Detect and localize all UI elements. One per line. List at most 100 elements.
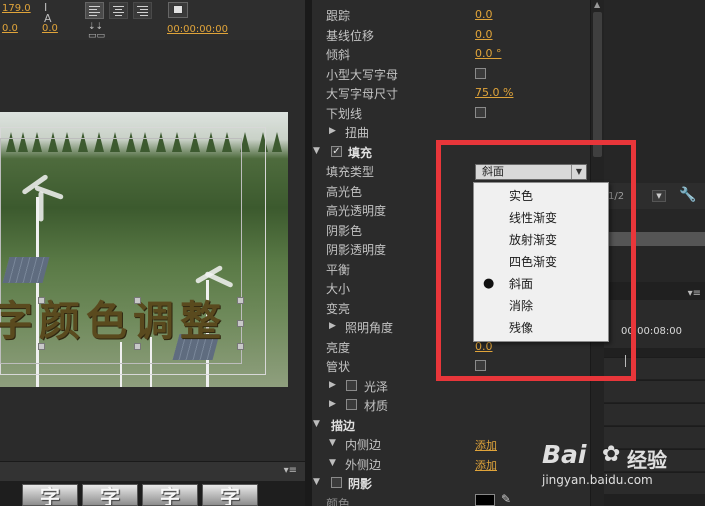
red-highlight-annotation: [436, 140, 636, 381]
text-toolbar: 179.0 IA 0.0 0.0 ⇣⇣ ▭▭ 00:00:00:00: [0, 0, 305, 41]
property-label: 亮度: [326, 341, 351, 355]
resize-handle[interactable]: [134, 297, 141, 304]
resize-handle[interactable]: [237, 297, 244, 304]
property-label: 光泽: [364, 380, 389, 394]
property-label: 小型大写字母: [326, 68, 399, 82]
property-label: 下划线: [326, 107, 363, 121]
property-row-slant: 倾斜 0.0 °: [312, 44, 590, 63]
section-label: 阴影: [348, 477, 373, 491]
property-label: 照明角度: [345, 321, 394, 335]
property-label: 变亮: [326, 302, 351, 316]
section-strokes[interactable]: ▼ 描边: [312, 415, 590, 434]
collapse-triangle-icon[interactable]: ▼: [329, 458, 336, 468]
watermark-logo-cn: 经验: [627, 448, 667, 472]
panel-menu-icon[interactable]: ▾≡: [284, 465, 297, 476]
style-swatch[interactable]: 字: [142, 484, 198, 506]
texture-checkbox[interactable]: [346, 399, 357, 410]
panel-divider[interactable]: [305, 0, 312, 506]
property-label: 大小: [326, 282, 351, 296]
property-label: 基线位移: [326, 29, 375, 43]
resize-handle[interactable]: [134, 343, 141, 350]
video-preview-area: [0, 40, 305, 460]
title-styles-strip: 字 字 字 字: [0, 481, 305, 506]
property-label: 高光透明度: [326, 204, 387, 218]
property-value[interactable]: 75.0 %: [475, 86, 513, 99]
property-value[interactable]: 0.0: [475, 8, 493, 21]
property-label: 材质: [364, 399, 389, 413]
property-label: 外侧边: [345, 458, 382, 472]
expand-triangle-icon[interactable]: ▶: [329, 126, 336, 136]
section-label: 填充: [348, 146, 373, 160]
property-value[interactable]: 0.0: [475, 28, 493, 41]
paw-icon: ✿: [602, 442, 621, 467]
font-size-icon[interactable]: IA: [44, 2, 52, 24]
y-offset-value[interactable]: 0.0: [42, 23, 58, 34]
tracking-value[interactable]: 179.0: [2, 3, 31, 14]
small-caps-checkbox[interactable]: [475, 68, 486, 79]
property-row-caps-size: 大写字母尺寸 75.0 %: [312, 83, 590, 102]
shadow-color-swatch[interactable]: [475, 494, 495, 506]
x-offset-value[interactable]: 0.0: [2, 23, 18, 34]
background-video-toggle[interactable]: [168, 2, 188, 18]
background-timecode[interactable]: 00:00:00:00: [167, 24, 228, 35]
property-row-distort[interactable]: ▶ 扭曲: [312, 122, 590, 141]
baidu-jingyan-watermark: Bai ✿ 经验 jingyan.baidu.com: [542, 440, 702, 504]
collapse-triangle-icon[interactable]: ▼: [313, 146, 320, 156]
property-row-tracking: 跟踪 0.0: [312, 5, 590, 24]
align-center-button[interactable]: [109, 2, 128, 19]
shadow-checkbox[interactable]: [331, 477, 342, 488]
title-text-object[interactable]: 字颜色调整: [0, 287, 227, 347]
property-label: 高光色: [326, 185, 363, 199]
property-label: 颜色: [326, 497, 351, 506]
property-label: 管状: [326, 360, 351, 374]
expand-triangle-icon[interactable]: ▶: [329, 321, 336, 331]
eyedropper-icon[interactable]: ✎: [501, 492, 511, 506]
add-outer-stroke-link[interactable]: 添加: [475, 457, 497, 473]
property-row-underline: 下划线: [312, 103, 590, 122]
style-swatch[interactable]: 字: [82, 484, 138, 506]
scrollbar-thumb[interactable]: [593, 12, 602, 157]
resize-handle[interactable]: [38, 343, 45, 350]
property-label: 内侧边: [345, 438, 382, 452]
property-label: 阴影透明度: [326, 243, 387, 257]
watermark-logo: Bai: [542, 440, 587, 469]
property-label: 阴影色: [326, 224, 363, 238]
expand-triangle-icon[interactable]: ▶: [329, 380, 336, 390]
chevron-down-icon[interactable]: ▼: [652, 190, 666, 202]
property-label: 跟踪: [326, 9, 351, 23]
tab-stops-icon[interactable]: ⇣⇣ ▭▭: [88, 23, 105, 41]
expand-triangle-icon[interactable]: ▶: [329, 399, 336, 409]
panel-menu-icon[interactable]: ▾≡: [688, 288, 701, 299]
film-icon: [173, 5, 183, 14]
resize-handle[interactable]: [237, 343, 244, 350]
sheen-checkbox[interactable]: [346, 380, 357, 391]
align-left-button[interactable]: [85, 2, 104, 19]
resize-handle[interactable]: [38, 297, 45, 304]
title-designer-panel: 179.0 IA 0.0 0.0 ⇣⇣ ▭▭ 00:00:00:00 字颜色调整…: [0, 0, 305, 506]
style-swatch[interactable]: 字: [202, 484, 258, 506]
collapse-triangle-icon[interactable]: ▼: [313, 477, 320, 487]
fill-checkbox[interactable]: ✓: [331, 146, 342, 157]
property-label: 扭曲: [345, 126, 370, 140]
align-right-button[interactable]: [133, 2, 152, 19]
scroll-up-icon[interactable]: ▲: [594, 0, 600, 9]
section-label: 描边: [331, 419, 356, 433]
style-swatch[interactable]: 字: [22, 484, 78, 506]
title-styles-header: ▾≡: [0, 461, 305, 481]
track[interactable]: [604, 380, 705, 402]
property-label: 大写字母尺寸: [326, 87, 399, 101]
property-row-baseline: 基线位移 0.0: [312, 25, 590, 44]
property-value[interactable]: 0.0 °: [475, 47, 502, 60]
watermark-url: jingyan.baidu.com: [542, 473, 653, 487]
wrench-icon[interactable]: 🔧: [679, 187, 696, 203]
property-label: 倾斜: [326, 48, 351, 62]
property-label: 平衡: [326, 263, 351, 277]
collapse-triangle-icon[interactable]: ▼: [313, 419, 320, 429]
underline-checkbox[interactable]: [475, 107, 486, 118]
property-row-texture[interactable]: ▶ 材质: [312, 395, 590, 414]
add-inner-stroke-link[interactable]: 添加: [475, 437, 497, 453]
property-label: 填充类型: [326, 165, 375, 179]
track[interactable]: [604, 403, 705, 425]
collapse-triangle-icon[interactable]: ▼: [329, 438, 336, 448]
resize-handle[interactable]: [237, 320, 244, 327]
